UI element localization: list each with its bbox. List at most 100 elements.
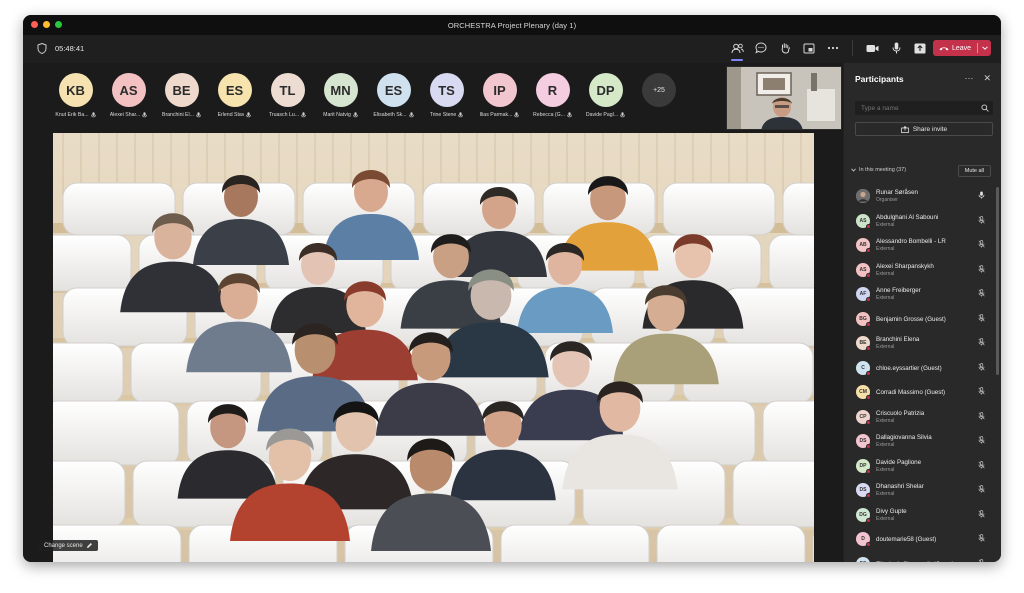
close-icon[interactable]: ✕ xyxy=(983,73,991,84)
participant-avatar: AB xyxy=(856,238,871,253)
participant-search-input[interactable] xyxy=(855,101,993,115)
share-screen-icon xyxy=(914,43,926,53)
mic-off-icon[interactable] xyxy=(978,436,985,444)
gallery-avatar[interactable]: IP Ilias Parmak... xyxy=(473,73,526,118)
participant-role: External xyxy=(876,466,895,473)
camera-button[interactable] xyxy=(863,39,881,57)
gallery-avatar[interactable]: BE Branchini El... xyxy=(155,73,208,118)
participant-initials: AS xyxy=(859,266,867,273)
share-invite-button[interactable]: Share invite xyxy=(855,122,993,136)
participant-role: External xyxy=(876,515,895,522)
more-actions-button[interactable] xyxy=(824,39,842,57)
participant-avatar: AS xyxy=(856,213,871,229)
mic-off-icon xyxy=(408,112,414,118)
gallery-avatar[interactable]: ES Elisabeth Sk... xyxy=(367,73,420,118)
participant-avatar: D xyxy=(856,532,871,547)
mic-off-icon[interactable] xyxy=(978,264,985,273)
change-scene-button[interactable]: Change scene xyxy=(39,540,98,551)
leave-main-button[interactable]: Leave xyxy=(933,45,977,52)
participant-row[interactable]: Runar Søråsen Organiser xyxy=(844,183,994,208)
participant-row[interactable]: AS Abdulghani Al Sabouni External xyxy=(844,208,994,233)
participant-role: External xyxy=(876,344,895,350)
reactions-button[interactable] xyxy=(776,39,794,57)
view-button[interactable] xyxy=(800,39,818,57)
avatar-initials: R xyxy=(535,73,570,107)
mic-off-icon[interactable] xyxy=(978,411,985,420)
people-icon xyxy=(731,43,744,53)
chevron-down-icon xyxy=(981,46,988,50)
participant-row[interactable]: DG Divy Gupte External xyxy=(844,502,994,527)
participant-name: Divy Gupte xyxy=(876,507,907,515)
panel-more-icon[interactable]: ··· xyxy=(964,73,973,84)
mute-all-button[interactable]: Mute all xyxy=(957,165,991,177)
gallery-avatar[interactable]: AS Alexei Shar... xyxy=(102,73,155,118)
chat-button[interactable] xyxy=(752,39,770,57)
mic-off-icon[interactable] xyxy=(978,534,985,542)
participant-name: Benjamin Grosse (Guest) xyxy=(876,315,946,323)
avatar-name: Elisabeth Sk... xyxy=(373,112,407,118)
mic-off-icon[interactable] xyxy=(978,362,985,371)
participant-avatar: CP xyxy=(856,409,871,425)
mic-off-icon[interactable] xyxy=(978,460,985,469)
participant-initials: D xyxy=(861,536,865,542)
mic-button[interactable] xyxy=(887,39,905,57)
participant-row[interactable]: ES Elisabeth Skuggevik (Guest) xyxy=(844,551,994,563)
gallery-avatar[interactable]: R Rebecca (G... xyxy=(526,73,579,118)
share-invite-label: Share invite xyxy=(912,125,948,133)
participant-initials: AF xyxy=(859,291,867,297)
avatar-label: Ilias Parmak... xyxy=(473,112,526,118)
gallery-avatar[interactable]: TL Truasch Lu... xyxy=(261,73,314,118)
share-screen-button[interactable] xyxy=(911,39,929,57)
mic-off-icon[interactable] xyxy=(978,509,985,518)
mic-off-icon[interactable] xyxy=(978,387,985,395)
participant-row[interactable]: AS Alexei Sharpanskykh External xyxy=(844,257,994,282)
participant-row[interactable]: BE Branchini Elena External xyxy=(844,330,994,355)
avatar-label: Alexei Shar... xyxy=(102,112,155,118)
mic-off-icon[interactable] xyxy=(978,240,985,248)
gallery-avatar[interactable]: TS Trine Stene xyxy=(420,73,473,118)
leave-options-button[interactable] xyxy=(978,46,991,50)
participant-row[interactable]: AB Alessandro Bombelli - LR External xyxy=(844,232,994,257)
participant-row[interactable]: Cchloe.eyssartier (Guest) xyxy=(844,355,994,380)
maximize-window-button[interactable] xyxy=(55,21,62,28)
gallery-avatar[interactable]: KB Knut Erik Ba... xyxy=(49,73,102,118)
mic-off-icon[interactable] xyxy=(978,338,985,346)
raise-hand-icon xyxy=(781,43,790,54)
shield-icon[interactable] xyxy=(37,43,47,54)
participant-initials: DG xyxy=(859,511,867,518)
participant-row[interactable]: BG Benjamin Grosse (Guest) xyxy=(844,306,994,331)
mic-off-icon[interactable] xyxy=(978,558,985,563)
gallery-avatar[interactable]: DP Davide Pagl... xyxy=(579,73,632,118)
search-icon xyxy=(981,104,989,112)
meeting-stage: KB Knut Erik Ba... AS Alexei Shar... BE Branc… xyxy=(23,63,843,562)
participant-row[interactable]: DP Davide Paglione External xyxy=(844,453,994,478)
avatar-initials: ES xyxy=(217,73,252,107)
leave-button[interactable]: Leave xyxy=(933,40,991,56)
participant-name: Dhanashri Shelar xyxy=(876,483,924,490)
mic-off-icon[interactable] xyxy=(978,289,985,297)
minimize-window-button[interactable] xyxy=(43,21,50,28)
participant-row[interactable]: Ddoutemarie58 (Guest) xyxy=(844,526,994,551)
participant-name: Abdulghani Al Sabouni xyxy=(876,213,939,221)
gallery-avatar[interactable]: ES Erlend Stav xyxy=(208,73,261,118)
participant-row[interactable]: CP Criscuolo Patrizia External xyxy=(844,404,994,429)
participant-row[interactable]: CM Corradi Massimo (Guest) xyxy=(844,379,994,404)
participant-row[interactable]: DS Dallagiovanna Silvia External xyxy=(844,428,994,453)
participant-name: Alessandro Bombelli - LR xyxy=(876,238,946,245)
participant-row[interactable]: DS Dhanashri Shelar External xyxy=(844,477,994,502)
self-view-video[interactable] xyxy=(726,66,842,130)
participant-name: doutemarie58 (Guest) xyxy=(876,536,937,543)
people-button[interactable] xyxy=(728,39,746,61)
mic-off-icon[interactable] xyxy=(978,215,985,224)
in-meeting-section-toggle[interactable]: In this meeting (37) xyxy=(851,167,906,173)
microphone-icon[interactable] xyxy=(978,191,985,199)
mic-off-icon xyxy=(514,112,520,118)
avatar-name: Truasch Lu... xyxy=(268,112,300,118)
gallery-avatar[interactable]: MN Marit Natvig xyxy=(314,73,367,118)
participant-row[interactable]: AF Anne Freiberger External xyxy=(844,281,994,306)
more-participants-badge[interactable]: +25 xyxy=(642,73,676,107)
mic-off-icon[interactable] xyxy=(978,485,985,493)
participant-list-scrollbar[interactable] xyxy=(996,187,999,375)
close-window-button[interactable] xyxy=(31,21,38,28)
mic-off-icon[interactable] xyxy=(978,313,985,322)
